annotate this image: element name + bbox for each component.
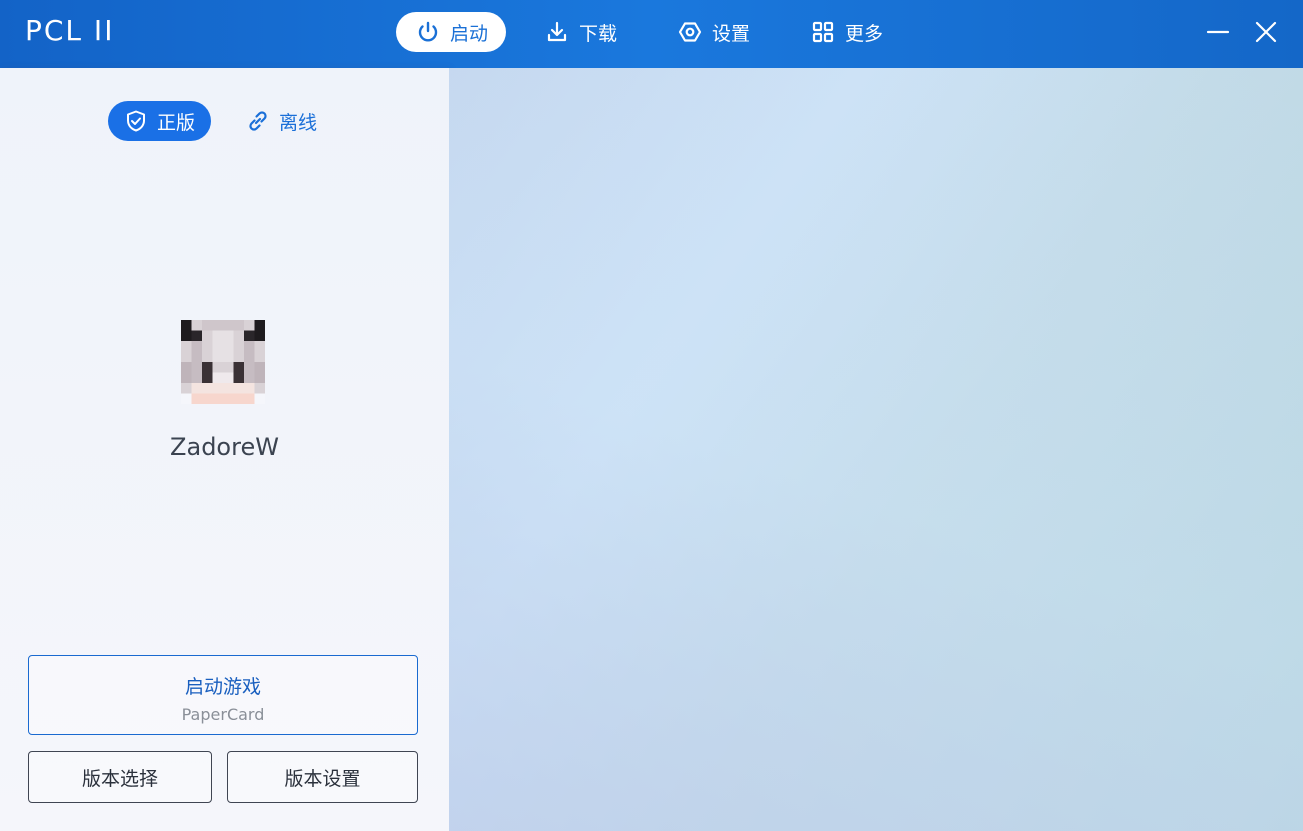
version-select-button[interactable]: 版本选择 xyxy=(28,751,212,803)
app-title: PCL II xyxy=(25,14,115,47)
minimize-icon xyxy=(1203,18,1233,48)
nav-settings-label: 设置 xyxy=(712,22,751,45)
close-icon xyxy=(1251,18,1281,48)
main-background xyxy=(449,68,1303,831)
nav-download[interactable]: 下载 xyxy=(525,12,635,52)
settings-icon xyxy=(678,20,702,44)
tab-offline[interactable]: 离线 xyxy=(230,101,333,141)
nav-settings[interactable]: 设置 xyxy=(658,12,768,52)
nav-download-label: 下载 xyxy=(579,22,618,45)
nav-more[interactable]: 更多 xyxy=(791,12,901,52)
download-icon xyxy=(545,20,569,44)
tab-official-label: 正版 xyxy=(157,111,196,134)
tab-official[interactable]: 正版 xyxy=(108,101,212,141)
tab-offline-label: 离线 xyxy=(279,111,318,134)
link-icon xyxy=(246,109,270,133)
nav-more-label: 更多 xyxy=(845,22,884,45)
power-icon xyxy=(416,20,440,44)
version-settings-button[interactable]: 版本设置 xyxy=(227,751,418,803)
close-button[interactable] xyxy=(1251,18,1281,48)
launch-game-button[interactable]: 启动游戏 PaperCard xyxy=(28,655,418,735)
avatar xyxy=(181,320,265,404)
launch-game-label: 启动游戏 xyxy=(184,676,261,698)
launch-version-label: PaperCard xyxy=(181,705,265,724)
shield-check-icon xyxy=(124,109,148,133)
title-bar: PCL II 启动 下载 设置 更多 xyxy=(0,0,1303,68)
account-panel: 正版 离线 ZadoreW 启动游戏 PaperCard 版本选择 版本设置 xyxy=(0,68,449,831)
username: ZadoreW xyxy=(170,433,279,461)
minimize-button[interactable] xyxy=(1203,18,1233,48)
grid-icon xyxy=(811,20,835,44)
nav-launch[interactable]: 启动 xyxy=(396,12,507,52)
nav-launch-label: 启动 xyxy=(450,22,489,45)
